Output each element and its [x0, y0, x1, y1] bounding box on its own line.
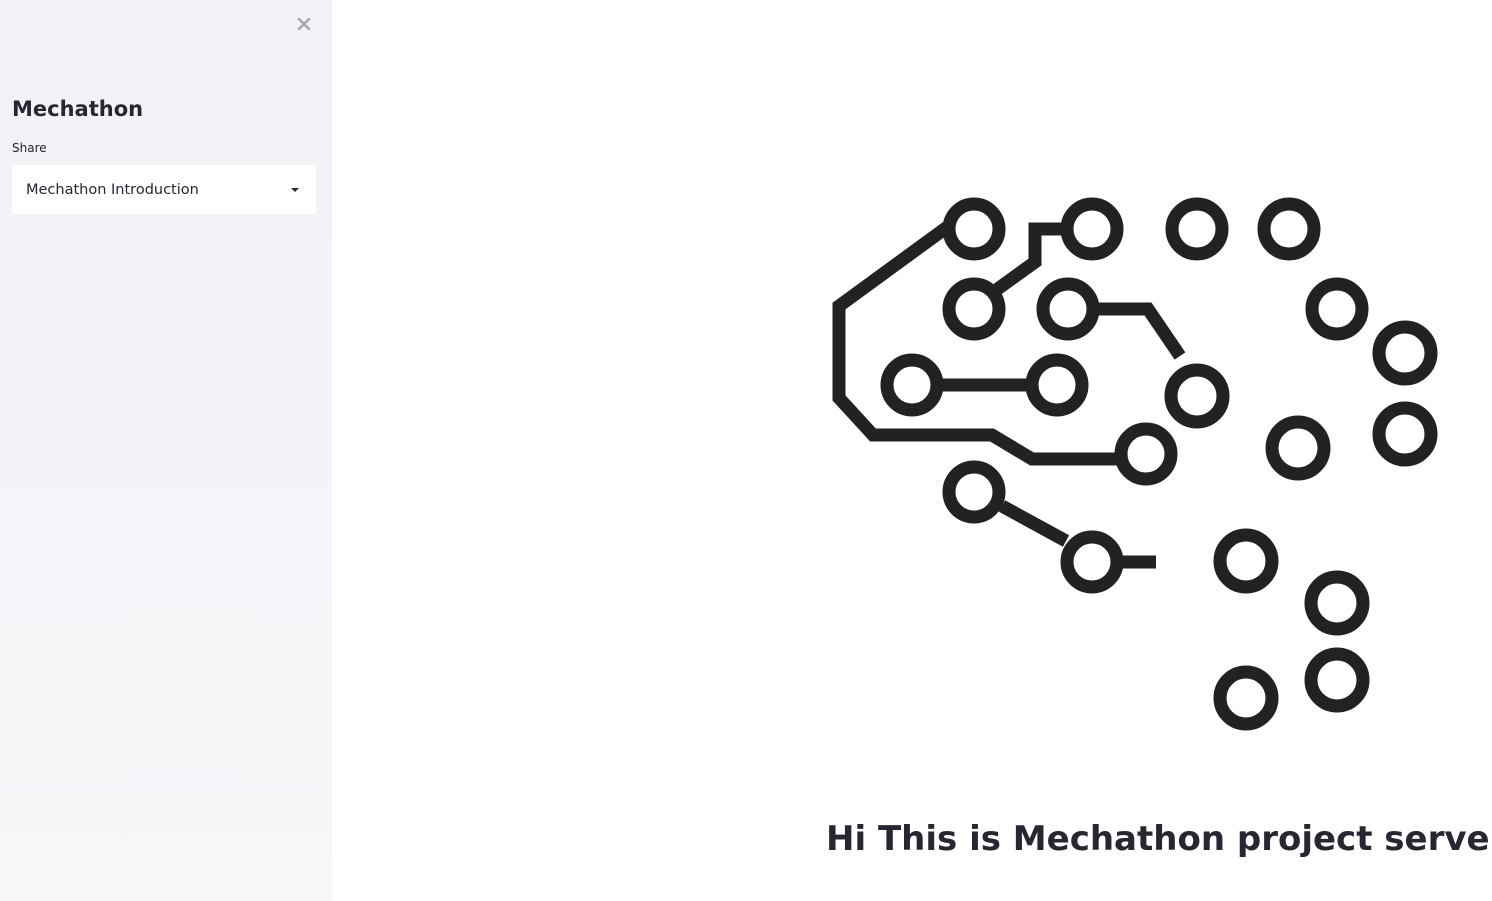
- circuit-node: [1036, 277, 1100, 341]
- circuit-node: [1304, 570, 1370, 636]
- circuit-node: [1025, 353, 1089, 417]
- close-icon: [297, 17, 311, 31]
- circuit-trace: [998, 500, 1070, 547]
- circuit-trace: [832, 219, 1120, 466]
- circuit-node: [880, 353, 944, 417]
- sidebar: Mechathon Share Mechathon Introduction: [0, 0, 332, 901]
- circuit-node: [1305, 277, 1369, 341]
- circuit-node: [1304, 647, 1370, 713]
- brain-circuit-icon: [832, 197, 1438, 731]
- circuit-node: [1165, 197, 1229, 261]
- circuit-node: [942, 460, 1006, 524]
- page-title: Hi This is Mechathon project server: [826, 819, 1492, 859]
- circuit-node: [1213, 528, 1279, 594]
- circuit-node: [1164, 363, 1230, 429]
- circuit-node: [1372, 401, 1438, 467]
- sidebar-title: Mechathon: [12, 97, 144, 121]
- circuit-node: [942, 197, 1006, 261]
- select-label: Share: [12, 141, 47, 155]
- circuit-node: [1265, 415, 1331, 481]
- circuit-trace: [1096, 302, 1186, 360]
- app-window: Mechathon Share Mechathon Introduction H…: [0, 0, 1492, 901]
- circuit-node: [1213, 665, 1279, 731]
- chevron-down-icon[interactable]: [291, 187, 299, 192]
- share-select-value: Mechathon Introduction: [26, 181, 199, 198]
- sidebar-close-button[interactable]: [293, 13, 315, 35]
- circuit-node: [1372, 320, 1438, 386]
- circuit-node: [1257, 197, 1321, 261]
- circuit-node: [1114, 422, 1178, 486]
- main-content: Hi This is Mechathon project server: [332, 0, 1492, 901]
- circuit-node: [1060, 530, 1124, 594]
- circuit-node: [1060, 197, 1124, 261]
- circuit-node: [942, 277, 1006, 341]
- share-select[interactable]: Mechathon Introduction: [12, 165, 316, 214]
